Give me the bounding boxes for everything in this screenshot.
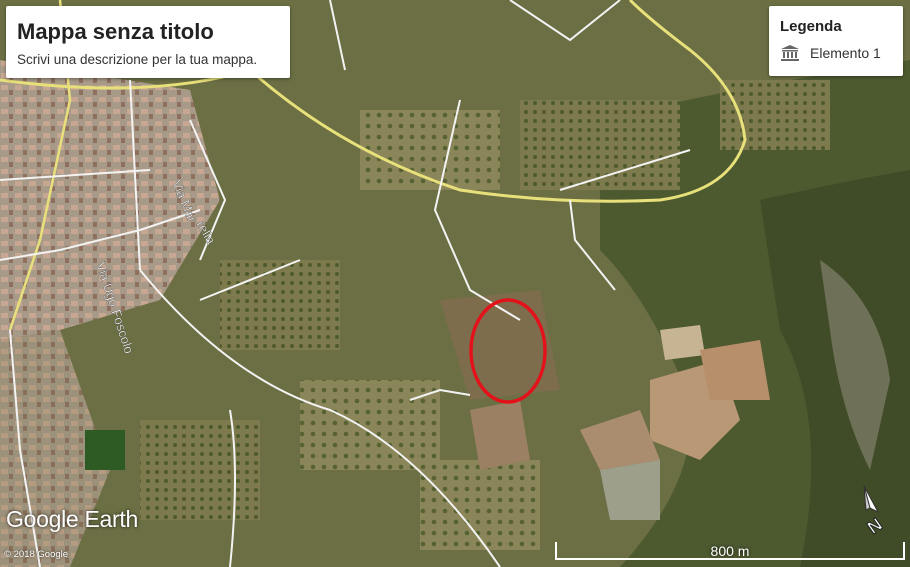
google-earth-logo: Google Earth — [6, 506, 138, 532]
compass-letter: N — [864, 514, 886, 538]
satellite-map[interactable]: Via Ugo Foscolo Via Mar rella Sc — [0, 0, 910, 567]
legend-title: Legenda — [780, 18, 842, 35]
legend-item[interactable]: Elemento 1 — [780, 44, 881, 62]
map-title[interactable]: Mappa senza titolo — [17, 19, 214, 45]
museum-icon — [781, 45, 799, 61]
legend-item-label: Elemento 1 — [810, 45, 881, 61]
map-description[interactable]: Scrivi una descrizione per la tua mappa. — [17, 52, 257, 67]
copyright-text: © 2018 Google — [4, 549, 69, 560]
scale-bar: 800 m — [555, 542, 905, 562]
scale-label: 800 m — [710, 543, 750, 559]
map-title-card[interactable]: Mappa senza titolo Scrivi una descrizion… — [6, 6, 290, 78]
north-arrow-icon[interactable]: N — [852, 484, 892, 540]
legend-panel: Legenda Elemento 1 — [769, 6, 903, 76]
